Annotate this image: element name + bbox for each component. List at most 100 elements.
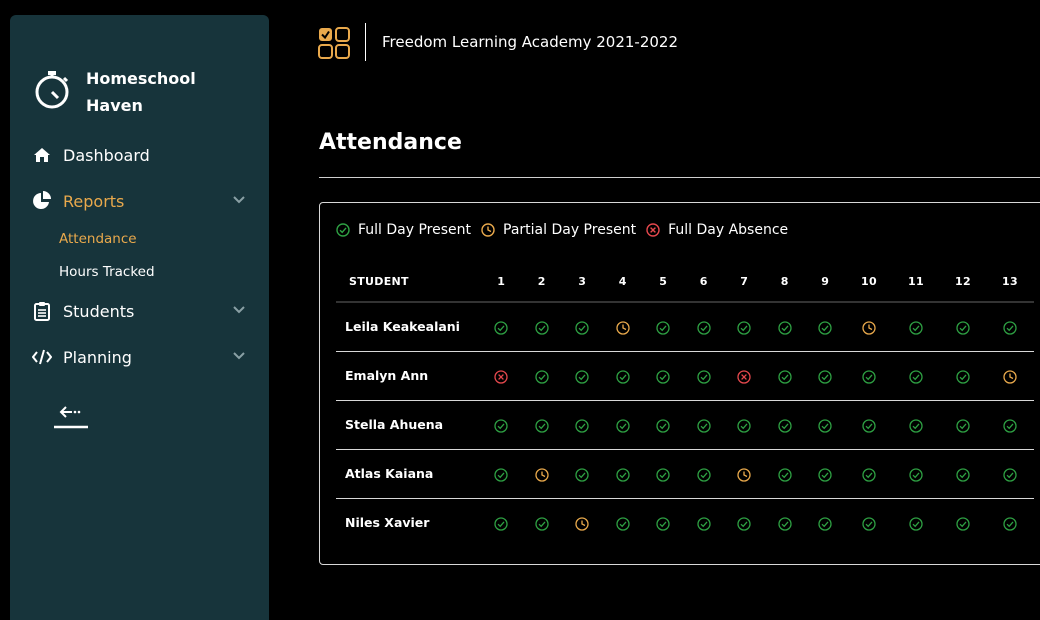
table-row[interactable]: Emalyn Ann <box>336 351 1034 401</box>
day-column-header: 13 <box>986 261 1034 303</box>
nav-reports[interactable]: Reports <box>32 187 252 215</box>
attendance-cell[interactable] <box>602 449 643 499</box>
attendance-cell[interactable] <box>602 302 643 352</box>
attendance-cell[interactable] <box>562 351 603 401</box>
attendance-cell[interactable] <box>724 498 765 547</box>
nav-hours-tracked[interactable]: Hours Tracked <box>59 264 155 280</box>
chevron-down-icon[interactable] <box>232 303 246 317</box>
brand-name: Homeschool Haven <box>86 65 216 119</box>
check-circle-icon <box>737 418 751 433</box>
title-divider <box>319 177 1040 178</box>
attendance-cell[interactable] <box>683 302 724 352</box>
attendance-cell[interactable] <box>764 351 805 401</box>
attendance-cell[interactable] <box>986 302 1034 352</box>
attendance-cell[interactable] <box>939 400 987 450</box>
attendance-cell[interactable] <box>684 498 725 547</box>
attendance-cell[interactable] <box>764 449 805 499</box>
attendance-cell[interactable] <box>764 302 805 352</box>
attendance-cell[interactable] <box>805 449 846 499</box>
attendance-cell[interactable] <box>845 302 893 352</box>
check-circle-icon <box>818 369 832 384</box>
nav-students[interactable]: Students <box>32 297 252 325</box>
attendance-cell[interactable] <box>939 302 987 352</box>
attendance-cell[interactable] <box>805 498 846 547</box>
attendance-cell[interactable] <box>845 351 893 401</box>
attendance-cell[interactable] <box>987 498 1034 547</box>
table-row[interactable]: Atlas Kaiana <box>336 449 1034 499</box>
check-circle-icon <box>575 369 589 384</box>
nav-attendance[interactable]: Attendance <box>59 231 137 247</box>
attendance-cell[interactable] <box>765 498 806 547</box>
collapse-sidebar-icon[interactable] <box>54 403 90 433</box>
check-circle-icon <box>737 321 751 335</box>
attendance-cell[interactable] <box>724 351 765 401</box>
table-row[interactable]: Stella Ahuena <box>336 400 1034 450</box>
attendance-cell[interactable] <box>602 351 643 401</box>
table-row[interactable]: Niles Xavier <box>336 498 1034 547</box>
attendance-cell[interactable] <box>986 449 1034 499</box>
attendance-cell[interactable] <box>892 302 940 352</box>
attendance-cell[interactable] <box>805 400 846 450</box>
nav-planning[interactable]: Planning <box>32 343 252 371</box>
check-circle-icon <box>1003 467 1017 482</box>
attendance-cell[interactable] <box>643 449 684 499</box>
check-circle-icon <box>862 467 876 482</box>
attendance-cell[interactable] <box>939 449 987 499</box>
attendance-cell[interactable] <box>481 400 522 450</box>
attendance-cell[interactable] <box>893 498 940 547</box>
chevron-down-icon[interactable] <box>232 193 246 207</box>
attendance-cell[interactable] <box>481 302 522 352</box>
attendance-cell[interactable] <box>683 449 724 499</box>
attendance-cell[interactable] <box>481 351 522 401</box>
attendance-cell[interactable] <box>562 449 603 499</box>
attendance-cell[interactable] <box>805 351 846 401</box>
pie-chart-icon <box>32 191 52 211</box>
attendance-cell[interactable] <box>940 498 987 547</box>
nav-dashboard[interactable]: Dashboard <box>32 141 252 169</box>
attendance-cell[interactable] <box>683 351 724 401</box>
attendance-cell[interactable] <box>521 449 562 499</box>
attendance-cell[interactable] <box>986 351 1034 401</box>
attendance-cell[interactable] <box>643 400 684 450</box>
attendance-cell[interactable] <box>562 302 603 352</box>
attendance-cell[interactable] <box>562 498 603 547</box>
attendance-cell[interactable] <box>481 449 522 499</box>
legend-present: Full Day Present <box>336 222 471 238</box>
check-circle-icon <box>494 467 508 482</box>
attendance-cell[interactable] <box>939 351 987 401</box>
attendance-cell[interactable] <box>683 400 724 450</box>
attendance-cell[interactable] <box>724 449 765 499</box>
x-circle-icon <box>737 369 751 384</box>
attendance-cell[interactable] <box>986 400 1034 450</box>
attendance-cell[interactable] <box>521 302 562 352</box>
brand[interactable]: Homeschool Haven <box>32 65 216 119</box>
clock-half-icon <box>737 467 751 482</box>
attendance-cell[interactable] <box>845 400 893 450</box>
attendance-cell[interactable] <box>603 498 644 547</box>
attendance-cell[interactable] <box>602 400 643 450</box>
stopwatch-icon <box>35 71 69 109</box>
attendance-cell[interactable] <box>892 351 940 401</box>
attendance-cell[interactable] <box>522 498 563 547</box>
chevron-down-icon[interactable] <box>232 349 246 363</box>
attendance-cell[interactable] <box>562 400 603 450</box>
legend-absent: Full Day Absence <box>646 222 788 238</box>
attendance-cell[interactable] <box>643 302 684 352</box>
attendance-cell[interactable] <box>643 498 684 547</box>
table-row[interactable]: Leila Keakealani <box>336 302 1034 352</box>
attendance-cell[interactable] <box>521 351 562 401</box>
attendance-cell[interactable] <box>805 302 846 352</box>
check-circle-icon <box>956 369 970 384</box>
apps-grid-icon[interactable] <box>318 27 350 59</box>
attendance-cell[interactable] <box>892 400 940 450</box>
attendance-cell[interactable] <box>724 400 765 450</box>
check-circle-icon <box>778 467 792 482</box>
attendance-cell[interactable] <box>643 351 684 401</box>
attendance-cell[interactable] <box>892 449 940 499</box>
attendance-cell[interactable] <box>724 302 765 352</box>
attendance-cell[interactable] <box>845 449 893 499</box>
attendance-cell[interactable] <box>764 400 805 450</box>
attendance-cell[interactable] <box>521 400 562 450</box>
attendance-cell[interactable] <box>846 498 893 547</box>
attendance-cell[interactable] <box>481 498 522 547</box>
